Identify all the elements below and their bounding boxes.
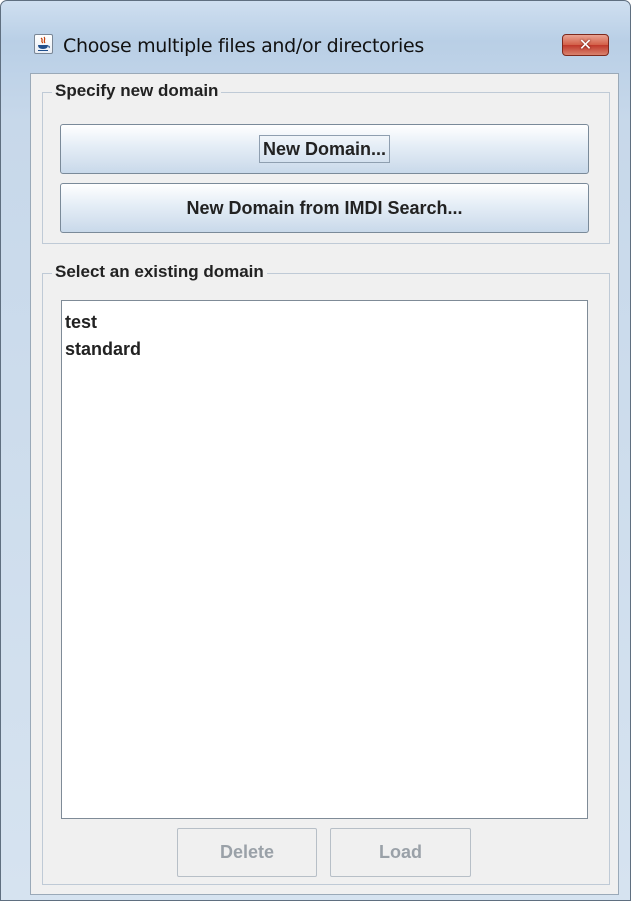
load-button[interactable]: Load [330, 828, 471, 877]
new-domain-button-label: New Domain... [258, 135, 391, 163]
delete-button[interactable]: Delete [177, 828, 317, 877]
close-button[interactable]: ✕ [562, 34, 609, 56]
new-domain-from-imdi-search-button[interactable]: New Domain from IMDI Search... [60, 183, 589, 233]
close-icon: ✕ [578, 35, 593, 54]
list-item-standard[interactable]: standard [62, 336, 587, 363]
list-item-test[interactable]: test [62, 309, 587, 336]
new-domain-button[interactable]: New Domain... [60, 124, 589, 174]
existing-domain-legend: Select an existing domain [52, 262, 267, 282]
dialog-window: Choose multiple files and/or directories… [0, 0, 631, 901]
window-title: Choose multiple files and/or directories [63, 35, 424, 57]
new-domain-legend: Specify new domain [52, 81, 222, 101]
domain-list[interactable]: test standard [61, 300, 588, 819]
dialog-content: Specify new domain New Domain... New Dom… [30, 73, 619, 895]
java-icon[interactable] [34, 34, 53, 54]
